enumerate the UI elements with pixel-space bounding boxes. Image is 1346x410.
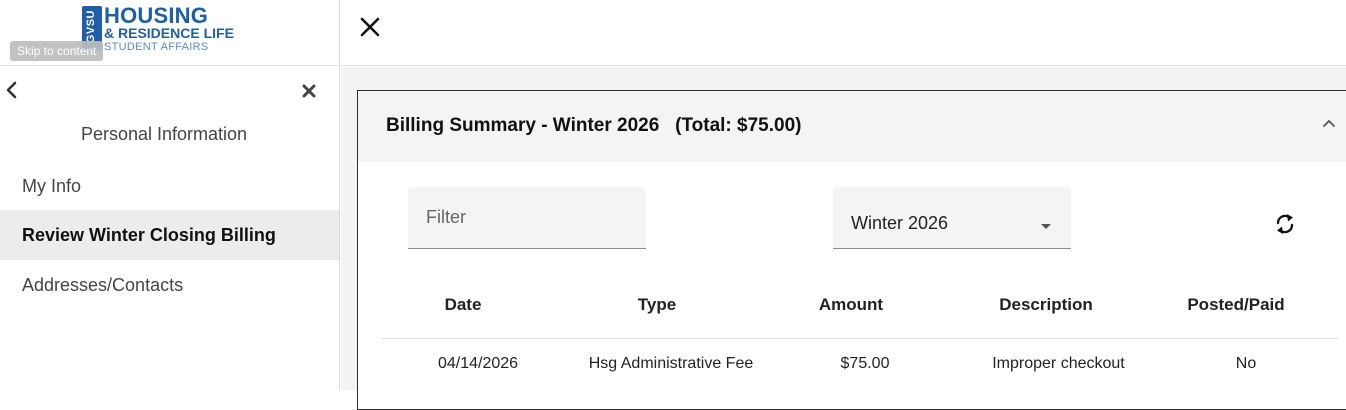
billing-summary-title: Billing Summary - Winter 2026 (Total: $7… — [386, 115, 802, 136]
sidebar-item-label: Review Winter Closing Billing — [22, 224, 276, 245]
sidebar-item-my-info[interactable]: My Info — [0, 161, 339, 211]
nav-heading: Personal Information — [80, 124, 248, 144]
filter-input[interactable] — [408, 187, 646, 248]
logo-area: GVSU HOUSING & RESIDENCE LIFE STUDENT AF… — [0, 0, 340, 66]
sidebar-item-label: My Info — [22, 175, 82, 196]
sidebar-item-label: Addresses/Contacts — [22, 274, 184, 295]
top-bar — [341, 0, 1346, 66]
billing-summary-card: Billing Summary - Winter 2026 (Total: $7… — [357, 90, 1346, 410]
sidebar: GVSU HOUSING & RESIDENCE LIFE STUDENT AF… — [0, 0, 340, 390]
cell-amount: $75.00 — [840, 355, 890, 372]
chevron-left-icon[interactable] — [4, 79, 20, 101]
logo-department: STUDENT AFFAIRS — [104, 41, 209, 53]
column-header-date[interactable]: Date — [403, 295, 523, 315]
column-header-amount[interactable]: Amount — [791, 295, 911, 315]
cell-type: Hsg Administrative Fee — [588, 355, 754, 372]
billing-table-header: Date Type Amount Description Posted/Paid — [381, 287, 1338, 339]
close-icon[interactable] — [359, 16, 381, 38]
sidebar-item-review-winter-closing-billing[interactable]: Review Winter Closing Billing — [0, 210, 339, 260]
caret-down-icon — [1041, 224, 1051, 229]
cell-posted-paid: No — [1235, 355, 1257, 372]
column-header-type[interactable]: Type — [597, 295, 717, 315]
logo-subtitle: & RESIDENCE LIFE — [104, 25, 234, 41]
chevron-up-icon[interactable] — [1321, 117, 1337, 129]
close-icon[interactable] — [300, 82, 318, 100]
column-header-posted-paid[interactable]: Posted/Paid — [1156, 295, 1316, 315]
sidebar-item-addresses-contacts[interactable]: Addresses/Contacts — [0, 260, 339, 310]
term-select-value: Winter 2026 — [851, 213, 949, 233]
main-content: Billing Summary - Winter 2026 (Total: $7… — [341, 67, 1346, 410]
column-header-description[interactable]: Description — [956, 295, 1136, 315]
cell-description: Improper checkout — [992, 355, 1125, 372]
skip-to-content-link[interactable]: Skip to content — [10, 41, 104, 61]
refresh-icon[interactable] — [1273, 211, 1297, 237]
term-select[interactable]: Winter 2026 — [833, 187, 1071, 249]
billing-summary-header[interactable]: Billing Summary - Winter 2026 (Total: $7… — [358, 91, 1346, 162]
table-row: 04/14/2026 Hsg Administrative Fee $75.00… — [381, 339, 1338, 391]
filter-field[interactable] — [408, 187, 646, 249]
nav-controls — [0, 74, 340, 110]
cell-date: 04/14/2026 — [437, 355, 519, 372]
